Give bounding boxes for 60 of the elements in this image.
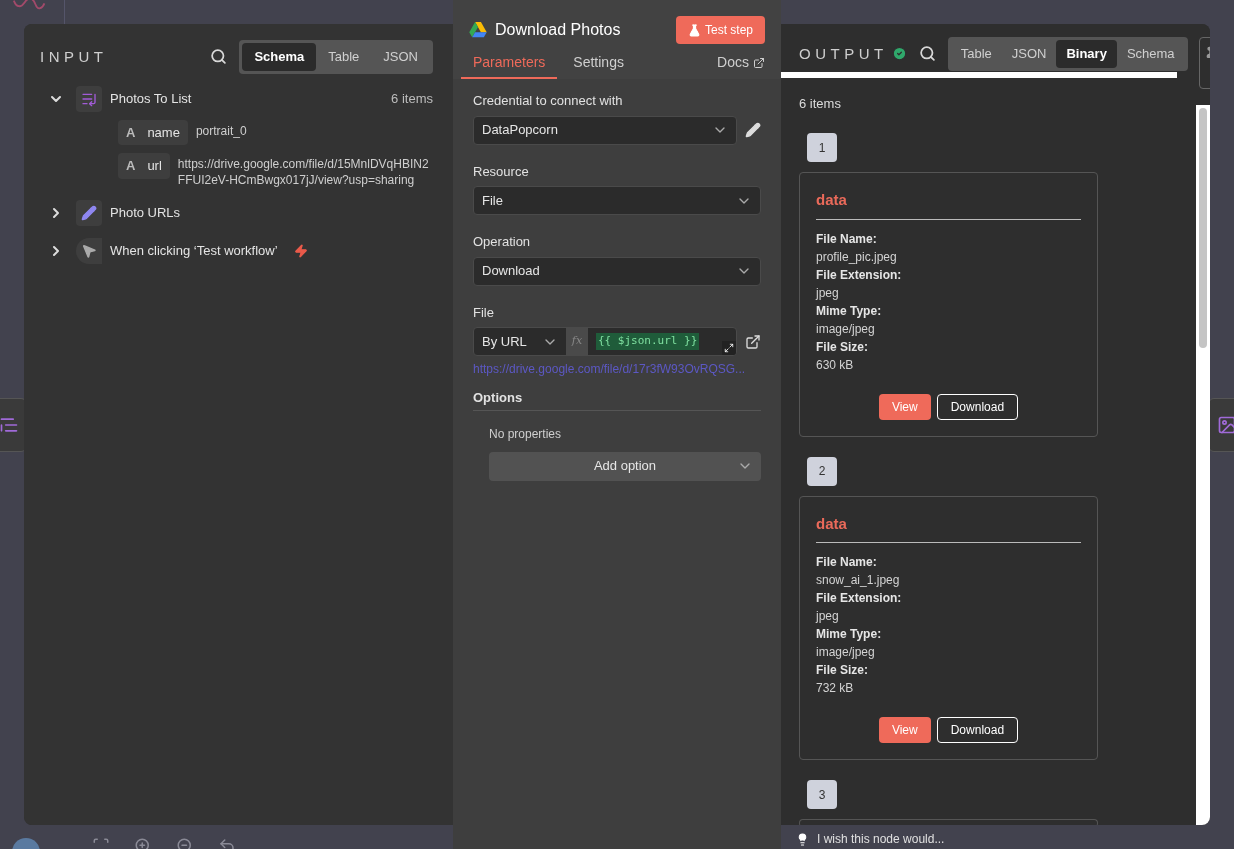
- view-tab[interactable]: Schema: [242, 43, 317, 71]
- item-count: 6 items: [391, 89, 433, 108]
- meta-label: Mime Type:: [816, 626, 883, 643]
- empty-message: No properties: [489, 425, 563, 443]
- node-title: Download Photos: [495, 20, 622, 40]
- field-key: url: [147, 156, 162, 176]
- item-count: 6 items: [799, 94, 842, 113]
- meta-label: File Size:: [816, 338, 869, 356]
- meta-value: 630 kB: [816, 356, 855, 374]
- meta-value: snow_ai_1.jpeg: [816, 572, 901, 589]
- meta-label: File Size:: [816, 662, 869, 679]
- add-option-button[interactable]: Add option: [489, 451, 761, 481]
- node-name[interactable]: Photo URLs: [110, 203, 181, 223]
- view-tab[interactable]: Table: [950, 40, 1002, 68]
- download-button[interactable]: Download: [936, 717, 1019, 743]
- view-tab[interactable]: JSON: [371, 43, 430, 71]
- item-number: 2: [807, 456, 837, 486]
- meta-value: 732 kB: [816, 680, 855, 697]
- meta-value: image/jpeg: [816, 644, 876, 661]
- docs-link[interactable]: Docs: [717, 52, 765, 79]
- meta-value: profile_pic.jpeg: [816, 248, 898, 266]
- meta-label: File Name:: [816, 554, 878, 571]
- view-tab[interactable]: JSON: [1001, 40, 1057, 68]
- field-value: portrait_0: [195, 122, 247, 139]
- panel-title: INPUT: [40, 46, 109, 67]
- field-label: File: [473, 303, 495, 322]
- meta-value: jpeg: [816, 284, 840, 302]
- panel-tab[interactable]: Settings: [557, 52, 640, 79]
- meta-label: File Name:: [816, 230, 878, 248]
- node-name[interactable]: Photos To List: [110, 88, 192, 109]
- node-name[interactable]: When clicking ‘Test workflow’: [110, 241, 278, 261]
- download-button[interactable]: Download: [936, 393, 1019, 420]
- select-field[interactable]: Download: [473, 256, 761, 286]
- field-key-pill[interactable]: A url: [118, 153, 170, 179]
- panel-title: OUTPUT: [799, 43, 888, 64]
- field-key: name: [147, 122, 180, 142]
- string-type-icon: A: [126, 122, 136, 142]
- select-field[interactable]: File: [473, 186, 761, 215]
- feedback-prompt[interactable]: I wish this node would...: [817, 830, 945, 848]
- view-tab[interactable]: Table: [316, 43, 372, 71]
- field-value: https://drive.google.com/file/d/15MnlDVqHBIN2FFUI2eV-HCmBwgx017jJ/view?usp=sharing: [177, 156, 430, 188]
- field-label: Credential to connect with: [473, 92, 624, 110]
- binary-key: data: [816, 512, 1081, 543]
- meta-value: jpeg: [816, 608, 840, 625]
- field-key-pill[interactable]: A name: [118, 119, 188, 145]
- section-title: Options: [473, 388, 761, 411]
- select-field[interactable]: DataPopcorn: [473, 115, 737, 145]
- meta-value: image/jpeg: [816, 320, 876, 338]
- view-tab[interactable]: Binary: [1056, 40, 1117, 68]
- field-label: Operation: [473, 233, 532, 251]
- item-number: 3: [807, 780, 837, 809]
- meta-label: File Extension:: [816, 590, 903, 607]
- item-number: 1: [807, 133, 837, 162]
- meta-label: Mime Type:: [816, 302, 883, 320]
- view-tab[interactable]: Schema: [1116, 40, 1185, 68]
- resolved-url: https://drive.google.com/file/d/17r3fW93OvRQSG...: [473, 361, 747, 378]
- binary-key: data: [816, 189, 1081, 220]
- meta-label: File Extension:: [816, 266, 903, 284]
- string-type-icon: A: [126, 156, 136, 176]
- field-label: Resource: [473, 162, 530, 181]
